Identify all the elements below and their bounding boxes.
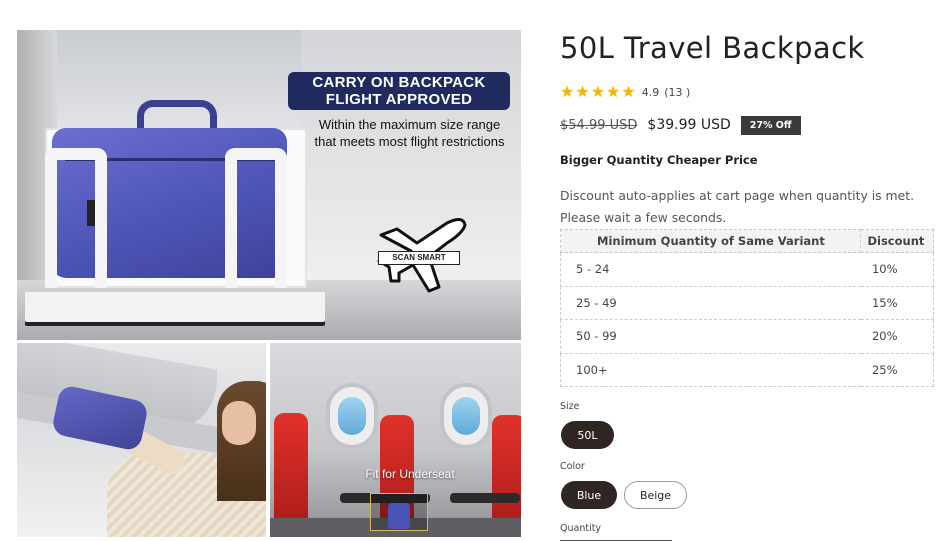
quantity-cell: 50 - 99 xyxy=(559,319,861,354)
discount-cell: 25% xyxy=(860,352,934,387)
promo-heading: Bigger Quantity Cheaper Price xyxy=(560,153,758,167)
promo-description: Discount auto-applies at cart page when … xyxy=(560,188,915,225)
underseat-label: Fit for Underseat xyxy=(365,467,455,481)
original-price: $54.99 USD xyxy=(560,117,638,133)
cabin-window xyxy=(326,383,378,449)
quantity-cell: 25 - 49 xyxy=(559,285,861,320)
color-option-blue[interactable]: Blue xyxy=(561,481,617,509)
table-row: 100+ 25% xyxy=(559,352,934,387)
badge-line-1: CARRY ON BACKPACK xyxy=(312,74,486,91)
product-gallery: CARRY ON BACKPACK FLIGHT APPROVED Within… xyxy=(17,30,521,537)
airplane-seat xyxy=(274,413,308,533)
bag-handle xyxy=(137,100,217,130)
column-header-quantity: Minimum Quantity of Same Variant xyxy=(559,229,862,253)
caption-line-1: Within the maximum size range xyxy=(318,117,501,132)
flight-approved-badge: CARRY ON BACKPACK FLIGHT APPROVED xyxy=(288,72,510,110)
quantity-discount-table: Minimum Quantity of Same Variant Discoun… xyxy=(559,229,934,387)
size-option-50l[interactable]: 50L xyxy=(561,421,614,449)
table-row: 5 - 24 10% xyxy=(559,252,934,287)
table-row: 50 - 99 20% xyxy=(559,319,934,354)
rating-value: 4.9 xyxy=(641,85,660,99)
rating-stars-icon: ★★★★★ xyxy=(560,82,637,101)
discount-cell: 10% xyxy=(860,252,934,287)
color-option-beige[interactable]: Beige xyxy=(624,481,687,509)
thumbnail-overhead-bin[interactable] xyxy=(17,343,266,537)
size-label: Size xyxy=(560,401,580,412)
airplane-seat xyxy=(492,415,521,535)
badge-line-2: FLIGHT APPROVED xyxy=(325,91,473,108)
sale-price: $39.99 USD xyxy=(647,117,731,133)
measure-tray xyxy=(25,292,325,322)
quantity-cell: 5 - 24 xyxy=(559,252,861,287)
discount-cell: 20% xyxy=(860,319,934,354)
color-label: Color xyxy=(560,461,585,472)
gauge-frame-right xyxy=(225,148,287,288)
product-title: 50L Travel Backpack xyxy=(560,31,865,65)
price-row: $54.99 USD $39.99 USD 27% Off xyxy=(560,114,801,136)
review-count[interactable]: (13 ) xyxy=(664,86,690,99)
quantity-cell: 100+ xyxy=(559,352,861,387)
hero-product-image[interactable]: CARRY ON BACKPACK FLIGHT APPROVED Within… xyxy=(17,30,521,340)
woman-face xyxy=(222,401,256,445)
table-header-row: Minimum Quantity of Same Variant Discoun… xyxy=(559,229,934,253)
table-row: 25 - 49 15% xyxy=(559,285,934,320)
discount-badge: 27% Off xyxy=(740,115,801,135)
scan-smart-label: SCAN SMART xyxy=(378,251,460,265)
backpack-under-seat xyxy=(388,503,410,529)
caption-line-2: that meets most flight restrictions xyxy=(314,134,505,149)
thumbnail-underseat[interactable]: Fit for Underseat xyxy=(270,343,521,537)
gauge-frame-left xyxy=(45,148,107,288)
cabin-window xyxy=(440,383,492,449)
quantity-label: Quantity xyxy=(560,523,602,534)
product-rating[interactable]: ★★★★★ 4.9 (13 ) xyxy=(560,84,690,100)
discount-cell: 15% xyxy=(860,285,934,320)
seat-armrest xyxy=(450,493,520,503)
column-header-discount: Discount xyxy=(860,229,934,253)
size-range-caption: Within the maximum size range that meets… xyxy=(302,116,517,150)
